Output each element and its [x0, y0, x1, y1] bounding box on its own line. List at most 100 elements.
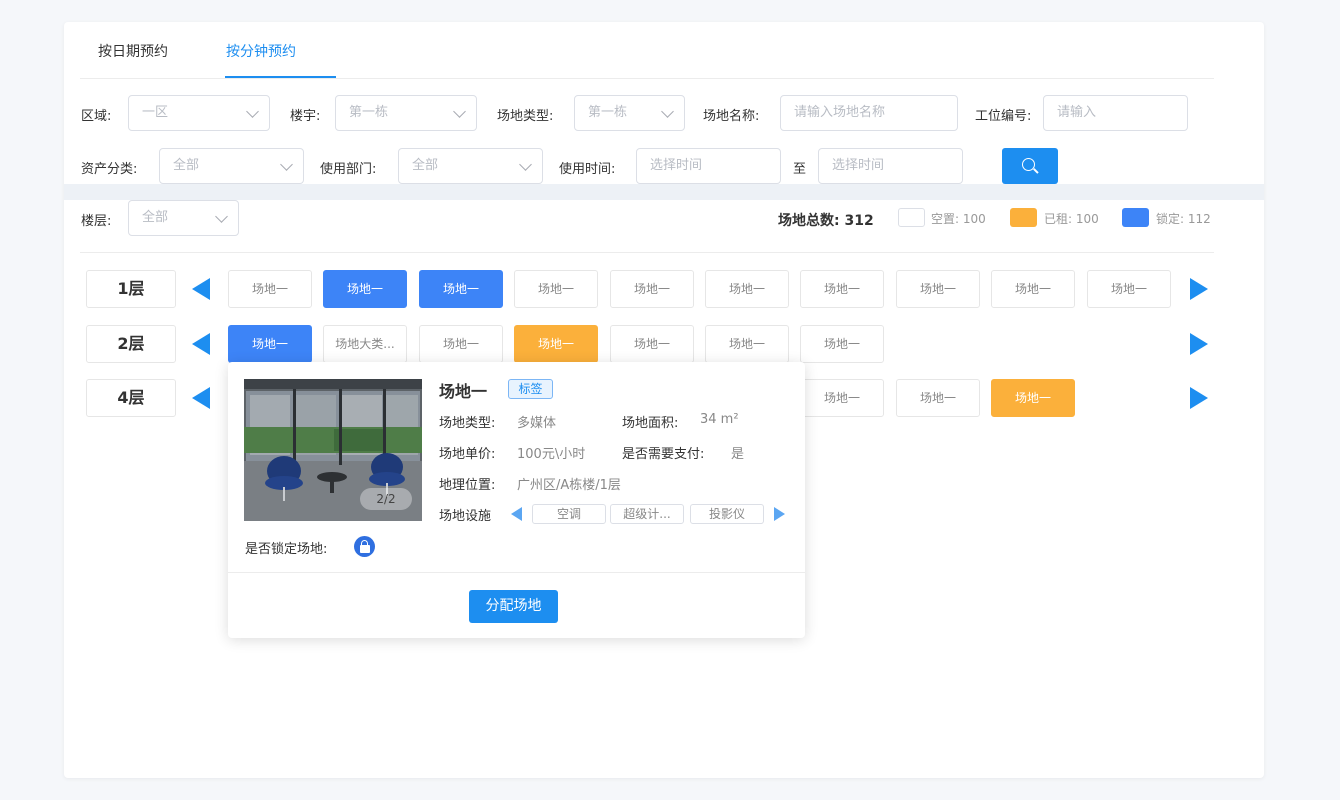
start-time-placeholder: 选择时间: [650, 158, 703, 173]
end-time-placeholder: 选择时间: [832, 158, 885, 173]
legend-locked-label: 锁定: 112: [1156, 212, 1211, 226]
asset-class-label: 资产分类:: [81, 162, 138, 177]
venue-tile[interactable]: 场地一: [610, 270, 694, 308]
area-select[interactable]: 一区: [128, 95, 270, 131]
venue-tile[interactable]: 场地一: [800, 379, 884, 417]
venue-type-label: 场地类型:: [497, 109, 554, 124]
prev-arrow-icon[interactable]: [192, 333, 210, 355]
tab-bar: 按日期预约 按分钟预约: [80, 22, 1214, 79]
venue-photo[interactable]: 2/2: [244, 379, 422, 521]
facilities-next-arrow-icon[interactable]: [774, 507, 785, 521]
department-label: 使用部门:: [320, 162, 377, 177]
next-arrow-icon[interactable]: [1190, 333, 1208, 355]
tab-by-date[interactable]: 按日期预约: [98, 41, 168, 61]
venue-tile[interactable]: 场地一: [228, 270, 312, 308]
lock-venue-label: 是否锁定场地:: [245, 542, 328, 557]
lock-icon[interactable]: [354, 536, 375, 557]
facilities-label: 场地设施: [439, 509, 492, 524]
venue-detail-popup: 2/2 场地一 标签 场地类型: 多媒体 场地面积: 34 m² 场地单价: 1…: [228, 362, 805, 638]
area-select-value: 一区: [142, 105, 169, 120]
legend-rented-label: 已租: 100: [1044, 212, 1099, 226]
chevron-down-icon: [661, 105, 674, 118]
venue-type-select-value: 第一栋: [588, 105, 628, 120]
area-label: 区域:: [81, 109, 112, 124]
venue-tile[interactable]: 场地一: [419, 325, 503, 363]
tab-by-minute[interactable]: 按分钟预约: [226, 41, 296, 61]
venue-type-select[interactable]: 第一栋: [574, 95, 685, 131]
venue-tile[interactable]: 场地一: [991, 270, 1075, 308]
location-label: 地理位置:: [439, 478, 496, 493]
venue-tile[interactable]: 场地一: [896, 379, 980, 417]
department-select[interactable]: 全部: [398, 148, 543, 184]
divider: [228, 572, 805, 573]
building-select[interactable]: 第一栋: [335, 95, 477, 131]
venue-tile[interactable]: 场地一: [610, 325, 694, 363]
assign-venue-button[interactable]: 分配场地: [469, 590, 558, 623]
venue-tile[interactable]: 场地一: [514, 325, 598, 363]
pay-required-value: 是: [731, 447, 745, 462]
price-value: 100元\小时: [517, 447, 586, 462]
photo-counter: 2/2: [360, 488, 412, 510]
area-size-value: 34 m²: [700, 412, 739, 427]
area-size-label: 场地面积:: [622, 416, 679, 431]
legend-free-label: 空置: 100: [931, 212, 986, 226]
venue-tile[interactable]: 场地一: [419, 270, 503, 308]
station-no-label: 工位编号:: [975, 109, 1032, 124]
search-button[interactable]: [1002, 148, 1058, 184]
venue-tile[interactable]: 场地一: [705, 270, 789, 308]
chevron-down-icon: [280, 158, 293, 171]
floor-select-value: 全部: [142, 210, 169, 225]
venue-tile[interactable]: 场地一: [800, 325, 884, 363]
building-label: 楼宇:: [290, 109, 321, 124]
venue-total: 场地总数: 312: [778, 213, 874, 229]
venue-name-placeholder: 请输入场地名称: [794, 105, 886, 120]
divider: [80, 252, 1214, 253]
main-card: 按日期预约 按分钟预约 区域: 一区 楼宇: 第一栋 场地类型: 第一栋 场地名…: [64, 22, 1264, 778]
venue-tile[interactable]: 场地一: [228, 325, 312, 363]
venue-tile[interactable]: 场地一: [514, 270, 598, 308]
chevron-down-icon: [246, 105, 259, 118]
venue-tile[interactable]: 场地一: [991, 379, 1075, 417]
asset-class-select[interactable]: 全部: [159, 148, 304, 184]
department-select-value: 全部: [412, 158, 439, 173]
use-time-label: 使用时间:: [559, 162, 616, 177]
legend-rented-swatch: [1010, 208, 1037, 227]
facilities-prev-arrow-icon[interactable]: [511, 507, 522, 521]
venue-tile[interactable]: 场地一: [1087, 270, 1171, 308]
legend-free-swatch: [898, 208, 925, 227]
floor-label: 1层: [86, 270, 176, 308]
venue-tile[interactable]: 场地一: [323, 270, 407, 308]
chevron-down-icon: [215, 210, 228, 223]
prev-arrow-icon[interactable]: [192, 278, 210, 300]
station-no-input[interactable]: 请输入: [1043, 95, 1188, 131]
start-time-input[interactable]: 选择时间: [636, 148, 781, 184]
next-arrow-icon[interactable]: [1190, 278, 1208, 300]
venue-name-label: 场地名称:: [703, 109, 760, 124]
price-label: 场地单价:: [439, 447, 496, 462]
legend-locked-swatch: [1122, 208, 1149, 227]
venue-tile[interactable]: 场地大类...: [323, 325, 407, 363]
type-value: 多媒体: [517, 416, 557, 431]
section-separator: [64, 184, 1264, 200]
venue-title: 场地一: [439, 382, 488, 401]
facility-chip: 超级计...: [610, 504, 684, 524]
type-label: 场地类型:: [439, 416, 496, 431]
prev-arrow-icon[interactable]: [192, 387, 210, 409]
next-arrow-icon[interactable]: [1190, 387, 1208, 409]
floor-label: 楼层:: [81, 214, 112, 229]
pay-required-label: 是否需要支付:: [622, 447, 705, 462]
venue-tile[interactable]: 场地一: [705, 325, 789, 363]
facility-chip: 投影仪: [690, 504, 764, 524]
building-select-value: 第一栋: [349, 105, 389, 120]
facility-chip: 空调: [532, 504, 606, 524]
floor-label: 2层: [86, 325, 176, 363]
active-tab-indicator: [225, 76, 336, 78]
venue-tile[interactable]: 场地一: [896, 270, 980, 308]
asset-class-select-value: 全部: [173, 158, 200, 173]
chevron-down-icon: [453, 105, 466, 118]
floor-select[interactable]: 全部: [128, 200, 239, 236]
venue-tile[interactable]: 场地一: [800, 270, 884, 308]
end-time-input[interactable]: 选择时间: [818, 148, 963, 184]
time-range-separator: 至: [793, 162, 807, 177]
venue-name-input[interactable]: 请输入场地名称: [780, 95, 958, 131]
